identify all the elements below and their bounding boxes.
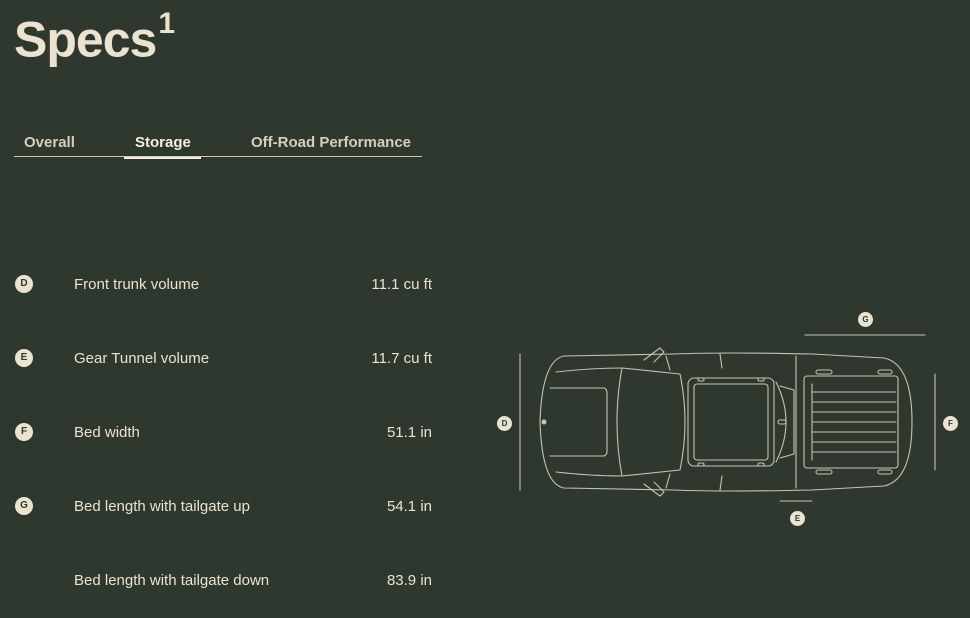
spec-badge: G — [15, 497, 33, 515]
spec-row-front-trunk: D Front trunk volume 11.1 cu ft — [14, 273, 432, 297]
page-title-text: Specs — [14, 11, 157, 68]
spec-label: Bed length with tailgate down — [74, 572, 270, 589]
spec-badge: F — [15, 423, 33, 441]
spec-label: Front trunk volume — [74, 276, 200, 293]
dimension-marker-g: G — [858, 312, 873, 327]
dimension-marker-f: F — [943, 416, 958, 431]
tab-storage[interactable]: Storage — [124, 134, 201, 159]
spec-value: 54.1 in — [386, 498, 432, 515]
spec-badge: E — [15, 349, 33, 367]
spec-value: 83.9 in — [386, 572, 432, 589]
dimension-marker-e: E — [790, 511, 805, 526]
spec-row-bed-length-down: Bed length with tailgate down 83.9 in — [14, 569, 432, 593]
spec-row-gear-tunnel: E Gear Tunnel volume 11.7 cu ft — [14, 347, 432, 371]
spec-badge: D — [15, 275, 33, 293]
dimension-marker-d: D — [497, 416, 512, 431]
spec-label: Gear Tunnel volume — [74, 350, 210, 367]
truck-top-view-diagram: D F G E — [494, 308, 970, 532]
spec-row-bed-length-up: G Bed length with tailgate up 54.1 in — [14, 495, 432, 519]
spec-row-bed-width: F Bed width 51.1 in — [14, 421, 432, 445]
specs-page: Specs1 Overall Storage Off-Road Performa… — [0, 0, 970, 618]
spec-tabs: Overall Storage Off-Road Performance — [14, 128, 422, 159]
spec-value: 11.7 cu ft — [371, 350, 432, 367]
tab-off-road-performance[interactable]: Off-Road Performance — [251, 134, 411, 151]
page-title: Specs1 — [14, 0, 175, 70]
spec-label: Bed width — [74, 424, 140, 441]
spec-value: 51.1 in — [386, 424, 432, 441]
spec-value: 11.1 cu ft — [371, 276, 432, 293]
tab-overall[interactable]: Overall — [24, 134, 75, 151]
title-footnote[interactable]: 1 — [158, 7, 175, 40]
truck-outline-illustration — [519, 334, 936, 502]
spec-label: Bed length with tailgate up — [74, 498, 250, 515]
